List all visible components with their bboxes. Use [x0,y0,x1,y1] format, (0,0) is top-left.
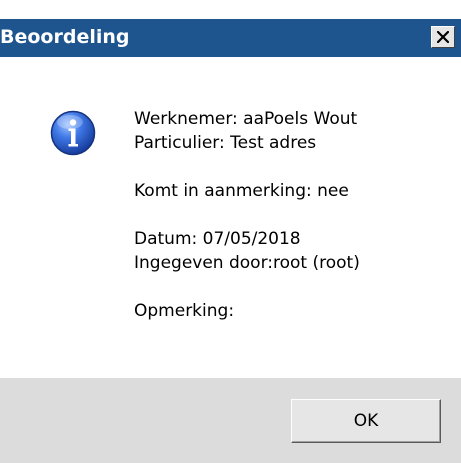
close-button[interactable] [431,26,455,48]
message-text: Werknemer: aaPoels Wout Particulier: Tes… [134,107,360,323]
close-icon [437,31,449,43]
komt-in-aanmerking-line: Komt in aanmerking: nee [134,181,349,201]
particulier-line: Particulier: Test adres [134,133,317,153]
dialog-window: Beoordeling Werknemer: aaPoels Wout Part… [0,0,461,463]
button-footer: OK [0,378,461,463]
info-icon [50,110,96,156]
dialog-content: Werknemer: aaPoels Wout Particulier: Tes… [0,57,461,378]
werknemer-line: Werknemer: aaPoels Wout [134,109,358,129]
title-bar[interactable]: Beoordeling [0,19,461,57]
ingegeven-door-line: Ingegeven door:root (root) [134,253,360,273]
ok-button[interactable]: OK [291,399,441,443]
opmerking-line: Opmerking: [134,301,235,321]
window-title: Beoordeling [0,26,130,48]
datum-line: Datum: 07/05/2018 [134,229,301,249]
